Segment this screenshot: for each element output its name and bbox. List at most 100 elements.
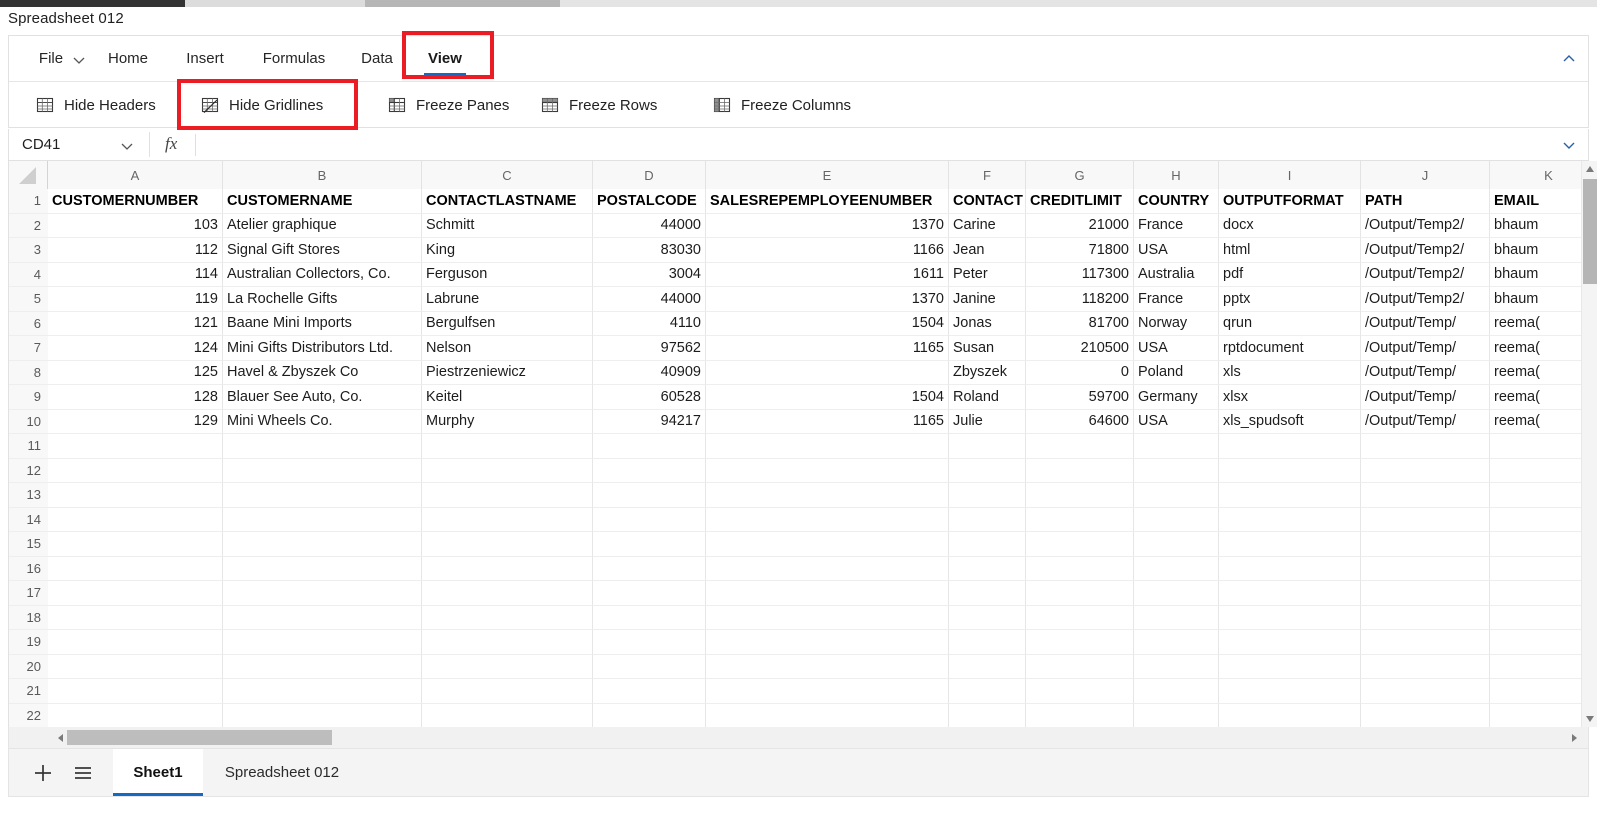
cell[interactable]: bhaum [1490,213,1589,238]
chevron-up-icon[interactable] [1560,50,1578,68]
cell[interactable] [1490,703,1589,727]
row-header-20[interactable]: 20 [9,654,48,679]
cell[interactable] [949,581,1026,606]
cell[interactable] [593,458,706,483]
cell[interactable] [48,654,223,679]
cell[interactable] [1134,556,1219,581]
cell[interactable]: 114 [48,262,223,287]
cell[interactable] [1134,507,1219,532]
row-header-15[interactable]: 15 [9,532,48,557]
cell[interactable]: CONTACT [949,189,1026,214]
cell[interactable]: La Rochelle Gifts [223,287,422,312]
cell[interactable]: Australia [1134,262,1219,287]
cell[interactable] [1219,532,1361,557]
cell[interactable]: Piestrzeniewicz [422,360,593,385]
freeze-rows-button[interactable]: Freeze Rows [534,82,663,128]
cell[interactable] [1219,679,1361,704]
cell[interactable] [949,630,1026,655]
cell[interactable] [1361,703,1490,727]
cell[interactable] [48,532,223,557]
hide-gridlines-button[interactable]: Hide Gridlines [194,82,329,128]
cell[interactable]: 119 [48,287,223,312]
cell[interactable] [949,458,1026,483]
cell[interactable] [1134,532,1219,557]
row-header-1[interactable]: 1 [9,189,48,214]
cell[interactable] [1361,458,1490,483]
sheet-tab-spreadsheet-012[interactable]: Spreadsheet 012 [203,749,361,796]
cell[interactable] [1026,483,1134,508]
cell[interactable] [1219,507,1361,532]
cell[interactable]: /Output/Temp/ [1361,409,1490,434]
cell[interactable]: xlsx [1219,385,1361,410]
triangle-up-icon[interactable] [1582,161,1597,178]
cell[interactable]: 1166 [706,238,949,263]
cell[interactable] [706,581,949,606]
cell[interactable]: Carine [949,213,1026,238]
cell[interactable] [1361,556,1490,581]
name-box[interactable]: CD41 [9,129,149,160]
cell[interactable]: xls [1219,360,1361,385]
cell[interactable] [949,605,1026,630]
cell[interactable]: Mini Gifts Distributors Ltd. [223,336,422,361]
cell[interactable] [223,483,422,508]
cell[interactable] [223,434,422,459]
row-header-11[interactable]: 11 [9,434,48,459]
cell[interactable]: 1165 [706,409,949,434]
cell[interactable]: France [1134,213,1219,238]
cell[interactable] [1490,679,1589,704]
cell[interactable]: USA [1134,336,1219,361]
cell[interactable]: 44000 [593,287,706,312]
cell[interactable]: SALESREPEMPLOYEENUMBER [706,189,949,214]
cell[interactable] [1026,458,1134,483]
cell[interactable]: 1370 [706,287,949,312]
tab-file[interactable]: File [31,36,71,81]
cell[interactable] [1490,605,1589,630]
cell[interactable]: Janine [949,287,1026,312]
column-header-F[interactable]: F [949,161,1026,189]
cell[interactable] [949,483,1026,508]
cell[interactable]: 81700 [1026,311,1134,336]
cell[interactable] [1490,556,1589,581]
column-header-J[interactable]: J [1361,161,1490,189]
cell[interactable]: /Output/Temp/ [1361,336,1490,361]
cell[interactable]: bhaum [1490,287,1589,312]
cell[interactable]: USA [1134,238,1219,263]
cell[interactable] [949,556,1026,581]
triangle-down-icon[interactable] [1582,710,1597,727]
cell[interactable] [422,458,593,483]
cell[interactable] [48,434,223,459]
cell[interactable] [593,703,706,727]
cell[interactable] [1026,556,1134,581]
cell[interactable] [593,483,706,508]
cell[interactable]: Signal Gift Stores [223,238,422,263]
cell[interactable]: Ferguson [422,262,593,287]
cell[interactable] [1134,605,1219,630]
row-header-12[interactable]: 12 [9,458,48,483]
cell[interactable]: /Output/Temp/ [1361,311,1490,336]
cell[interactable]: /Output/Temp2/ [1361,262,1490,287]
cell[interactable] [1134,581,1219,606]
cell[interactable] [422,434,593,459]
cell[interactable]: 44000 [593,213,706,238]
cell[interactable]: 103 [48,213,223,238]
cell[interactable] [223,654,422,679]
cell[interactable]: Havel & Zbyszek Co [223,360,422,385]
cell[interactable] [1361,679,1490,704]
cell[interactable] [48,507,223,532]
cell[interactable] [223,581,422,606]
cell[interactable]: Australian Collectors, Co. [223,262,422,287]
cell[interactable]: France [1134,287,1219,312]
cell[interactable] [1134,703,1219,727]
cell[interactable]: 64600 [1026,409,1134,434]
cell[interactable]: CUSTOMERNAME [223,189,422,214]
cell[interactable]: 112 [48,238,223,263]
row-header-16[interactable]: 16 [9,556,48,581]
cell[interactable]: qrun [1219,311,1361,336]
triangle-right-icon[interactable] [1568,731,1582,745]
cell[interactable] [593,556,706,581]
cell[interactable] [1026,434,1134,459]
formula-input[interactable] [201,129,1548,160]
cell[interactable] [422,507,593,532]
cell[interactable]: 83030 [593,238,706,263]
cell[interactable]: King [422,238,593,263]
